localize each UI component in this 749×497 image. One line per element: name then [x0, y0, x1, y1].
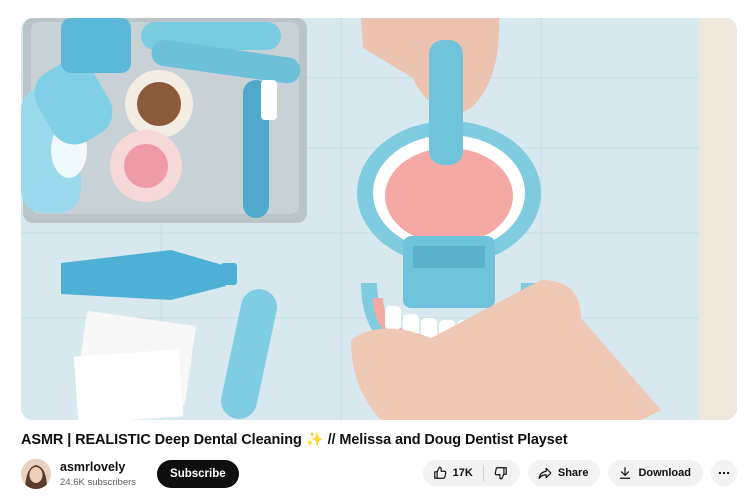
channel-info: asmrlovely 24.6K subscribers: [60, 460, 136, 489]
share-button[interactable]: Share: [527, 460, 601, 486]
channel-name[interactable]: asmrlovely: [60, 460, 136, 475]
thumbs-down-icon: [494, 467, 507, 480]
like-dislike-group: 17K: [422, 460, 520, 486]
avatar-image: [21, 459, 51, 489]
channel-avatar[interactable]: [21, 459, 51, 489]
sparkles-emoji: ✨: [305, 432, 324, 448]
like-count: 17K: [452, 467, 473, 479]
video-title-text: ASMR | REALISTIC Deep Dental Cleaning: [21, 432, 302, 448]
subscribe-button[interactable]: Subscribe: [157, 460, 239, 488]
more-horizontal-icon: [718, 471, 730, 475]
video-owner: asmrlovely 24.6K subscribers Subscribe: [21, 456, 239, 492]
video-title: ASMR | REALISTIC Deep Dental Cleaning ✨ …: [21, 431, 737, 448]
video-player[interactable]: [21, 18, 737, 420]
video-title-suffix: // Melissa and Doug Dentist Playset: [327, 432, 568, 448]
subscriber-count: 24.6K subscribers: [60, 476, 137, 488]
share-icon: [538, 467, 552, 479]
download-label: Download: [638, 467, 691, 479]
share-label: Share: [557, 467, 589, 479]
thumbs-up-icon: [433, 466, 446, 479]
download-icon: [620, 467, 631, 479]
dislike-button[interactable]: [484, 460, 520, 486]
download-button[interactable]: Download: [608, 460, 703, 486]
more-actions-button[interactable]: [711, 460, 737, 486]
like-button[interactable]: 17K: [423, 460, 483, 486]
video-frame: [21, 18, 737, 420]
video-actions: 17K Share Download: [422, 460, 737, 486]
